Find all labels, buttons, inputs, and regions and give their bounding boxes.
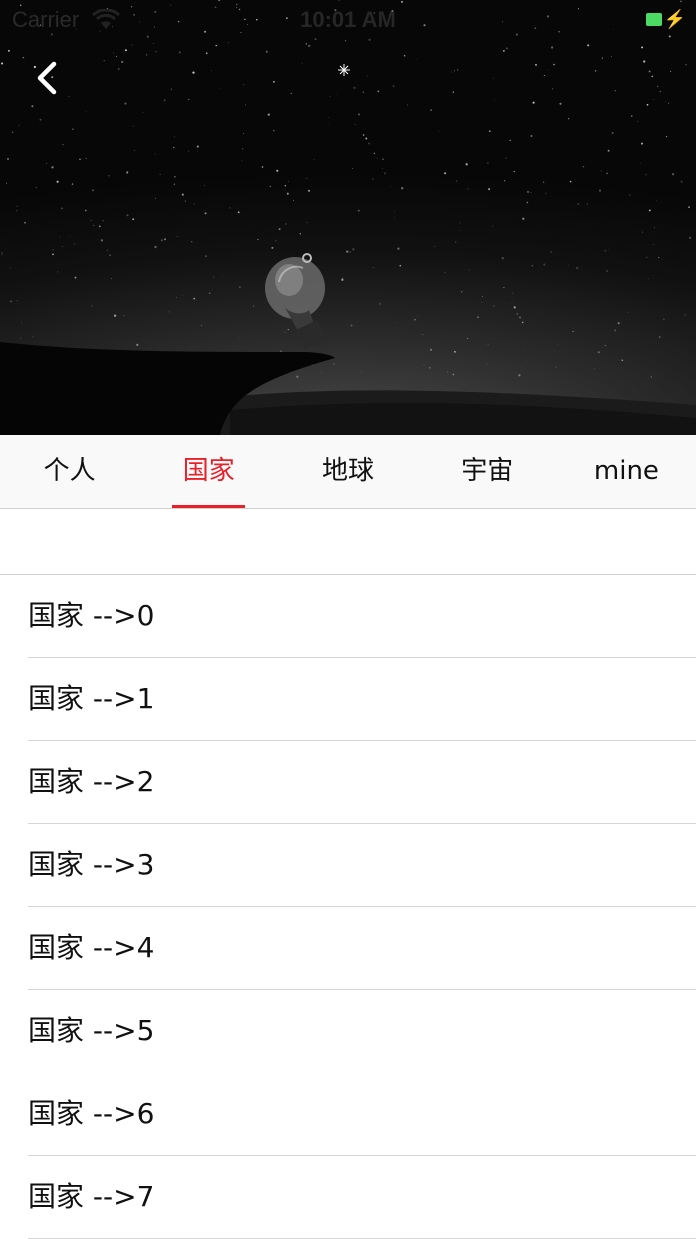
lightbulb bbox=[265, 253, 327, 351]
night-sky-illustration bbox=[0, 0, 696, 435]
tab-personal[interactable]: 个人 bbox=[0, 435, 139, 508]
list-item[interactable]: 国家 -->1 bbox=[0, 658, 696, 741]
list-item[interactable]: 国家 -->4 bbox=[0, 907, 696, 990]
status-bar: Carrier 10:01 AM ⚡ bbox=[0, 0, 696, 40]
tab-universe[interactable]: 宇宙 bbox=[418, 435, 557, 508]
tab-bar: 个人 国家 地球 宇宙 mine bbox=[0, 435, 696, 509]
list-item[interactable]: 国家 -->6 bbox=[0, 1073, 696, 1156]
tab-label: 国家 bbox=[182, 456, 235, 486]
list-item[interactable]: 国家 -->5 bbox=[0, 990, 696, 1073]
list-item[interactable]: 国家 -->3 bbox=[0, 824, 696, 907]
tab-label: mine bbox=[593, 456, 659, 486]
back-button[interactable] bbox=[28, 58, 68, 98]
chevron-left-icon bbox=[37, 61, 57, 95]
tab-mine[interactable]: mine bbox=[557, 435, 696, 508]
tab-country[interactable]: 国家 bbox=[139, 435, 278, 508]
list-item[interactable]: 国家 -->0 bbox=[0, 575, 696, 658]
list-item[interactable]: 国家 -->7 bbox=[0, 1156, 696, 1239]
list-item[interactable]: 国家 -->2 bbox=[0, 741, 696, 824]
tab-label: 个人 bbox=[43, 456, 96, 486]
country-list: 国家 -->0 国家 -->1 国家 -->2 国家 -->3 国家 -->4 … bbox=[0, 574, 696, 1239]
battery-icon: ⚡ bbox=[630, 9, 686, 29]
tab-label: 地球 bbox=[322, 456, 375, 486]
header-image bbox=[0, 0, 696, 435]
tab-earth[interactable]: 地球 bbox=[278, 435, 417, 508]
tab-indicator bbox=[172, 505, 246, 508]
tab-label: 宇宙 bbox=[461, 456, 514, 486]
status-time: 10:01 AM bbox=[300, 7, 396, 32]
